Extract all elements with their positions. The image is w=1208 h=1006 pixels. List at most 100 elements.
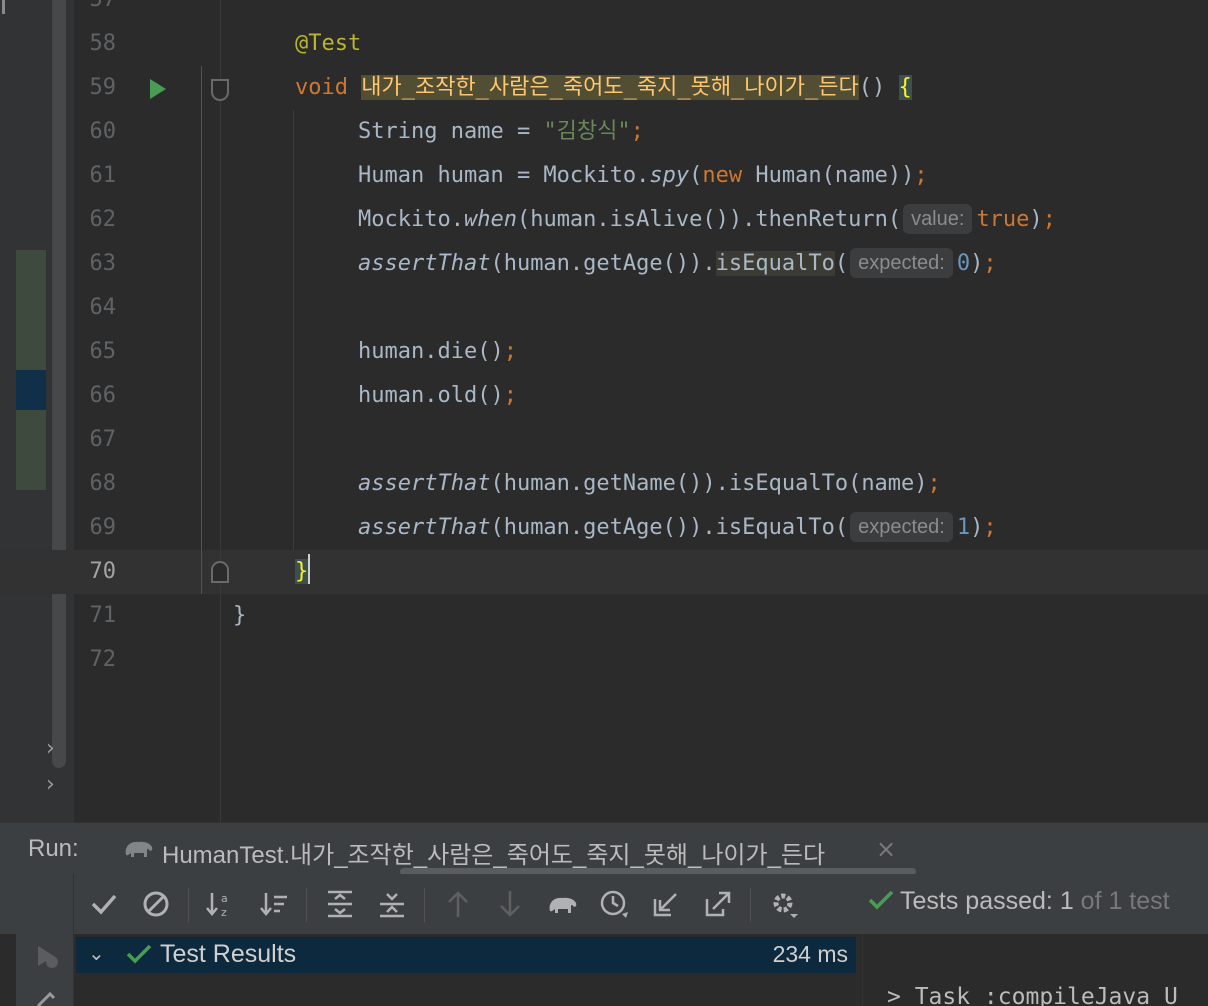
vertical-scrollbar[interactable] (52, 0, 66, 768)
code-line-66[interactable]: human.old(); (358, 374, 517, 418)
semicolon-token: ; (630, 119, 644, 144)
wrench-icon[interactable] (36, 992, 56, 1006)
fold-icon[interactable] (211, 561, 229, 583)
svg-text:a: a (221, 892, 228, 905)
method-token: when (463, 207, 517, 232)
run-test-icon[interactable] (150, 79, 166, 99)
rerun-failed-icon[interactable] (30, 940, 62, 972)
test-results-label: Test Results (160, 940, 297, 968)
code-line-70[interactable]: } (295, 550, 311, 594)
parameter-hint: value: (903, 204, 973, 234)
line-number: 61 (89, 163, 117, 188)
code-line-60[interactable]: String name = "김창식"; (358, 110, 644, 154)
toolbar-separator (424, 888, 425, 922)
code-line-68[interactable]: assertThat(human.getName()).isEqualTo(na… (358, 462, 941, 506)
coverage-marker (16, 250, 46, 370)
code-text: Mockito. (358, 207, 464, 232)
tests-status: Tests passed: 1 of 1 test (868, 887, 1170, 916)
line-number: 66 (89, 383, 117, 408)
code-text: Human(name)) (742, 163, 915, 188)
keyword-token: void (295, 75, 348, 100)
code-line-61[interactable]: Human human = Mockito.spy(new Human(name… (358, 154, 928, 198)
method-token: spy (649, 163, 690, 188)
brace-token: } (233, 603, 247, 628)
code-line-59[interactable]: void 내가_조작한_사람은_죽어도_죽지_못해_나이가_든다() { (295, 66, 912, 110)
annotation-token: @Test (295, 31, 362, 56)
arrow-down-icon[interactable] (492, 886, 528, 922)
status-count: 1 (1059, 887, 1074, 915)
tool-strip-marker (2, 0, 5, 14)
code-text: (human.getAge()).isEqualTo( (490, 515, 849, 540)
code-text: ( (834, 251, 849, 276)
line-number: 58 (89, 31, 117, 56)
gradle-elephant-icon[interactable] (544, 886, 580, 922)
semicolon-token: ; (503, 339, 517, 364)
left-tool-strip (0, 0, 16, 822)
semicolon-token: ; (983, 251, 997, 276)
check-icon (126, 944, 152, 964)
status-suffix: of 1 test (1073, 887, 1170, 915)
method-token: assertThat (358, 471, 491, 496)
brace-token: } (295, 559, 309, 584)
import-tests-icon[interactable] (648, 886, 684, 922)
code-text: String name = (358, 119, 544, 144)
fold-icon[interactable] (211, 79, 229, 101)
semicolon-token: ; (914, 163, 928, 188)
svg-text:z: z (221, 906, 227, 919)
ignored-icon[interactable] (138, 886, 174, 922)
test-results-row[interactable]: ⌄ Test Results 234 ms (76, 937, 856, 973)
code-line-63[interactable]: assertThat(human.getAge()).isEqualTo(exp… (358, 242, 997, 286)
line-number: 64 (89, 295, 117, 320)
code-line-58[interactable]: @Test (295, 22, 361, 66)
code-line-65[interactable]: human.die(); (358, 330, 517, 374)
code-text: (human.getAge()). (490, 251, 716, 276)
parameter-hint: expected: (850, 248, 953, 278)
code-line-69[interactable]: assertThat(human.getAge()).isEqualTo(exp… (358, 506, 997, 550)
coverage-marker (16, 410, 46, 490)
sort-alphabetically-icon[interactable]: az (202, 886, 238, 922)
run-label: Run: (28, 835, 79, 862)
code-line-71[interactable]: } (233, 594, 246, 638)
console-line: > Task :compileJava U (887, 984, 1178, 1006)
test-history-icon[interactable] (596, 886, 632, 922)
check-icon[interactable] (86, 886, 122, 922)
line-number: 72 (89, 647, 117, 672)
current-line-highlight (0, 550, 1208, 594)
chevron-right-icon[interactable]: › (46, 772, 55, 797)
line-number: 59 (89, 75, 117, 100)
export-tests-icon[interactable] (700, 886, 736, 922)
code-text: ) (970, 251, 984, 276)
check-icon (868, 890, 894, 910)
chevron-down-icon[interactable]: ⌄ (88, 941, 105, 965)
line-number: 60 (89, 119, 117, 144)
code-editor[interactable]: › › 57 58 59 60 61 62 63 64 65 66 67 68 … (0, 0, 1208, 822)
fold-range-line (201, 66, 202, 594)
line-number: 71 (89, 603, 117, 628)
semicolon-token: ; (503, 383, 517, 408)
line-number: 68 (89, 471, 117, 496)
number-token: 1 (956, 515, 971, 540)
code-text: ( (689, 163, 703, 188)
gear-icon[interactable] (766, 886, 802, 922)
line-number: 63 (89, 251, 117, 276)
arrow-up-icon[interactable] (440, 886, 476, 922)
line-number: 69 (89, 515, 117, 540)
test-runner-toolbar: az Tests passed: 1 of 1 test (0, 874, 1208, 934)
code-text: human.old() (358, 383, 504, 408)
code-text: Human human = Mockito. (358, 163, 650, 188)
brace-token: { (898, 75, 912, 100)
expand-all-icon[interactable] (322, 886, 358, 922)
code-line-62[interactable]: Mockito.when(human.isAlive()).thenReturn… (358, 198, 1056, 242)
code-text: (human.getName()).isEqualTo(name) (490, 471, 928, 496)
collapse-all-icon[interactable] (374, 886, 410, 922)
method-token: assertThat (358, 515, 491, 540)
chevron-right-icon[interactable]: › (46, 736, 55, 761)
close-icon[interactable]: × (876, 835, 896, 863)
console-output[interactable]: > Task :compileJava U (862, 934, 1208, 1006)
toolbar-separator (306, 888, 307, 922)
string-token: "김창식" (543, 119, 631, 144)
parameter-hint: expected: (850, 512, 953, 542)
sort-by-duration-icon[interactable] (256, 886, 292, 922)
gradle-elephant-icon (125, 841, 153, 857)
code-text: ) (1029, 207, 1043, 232)
